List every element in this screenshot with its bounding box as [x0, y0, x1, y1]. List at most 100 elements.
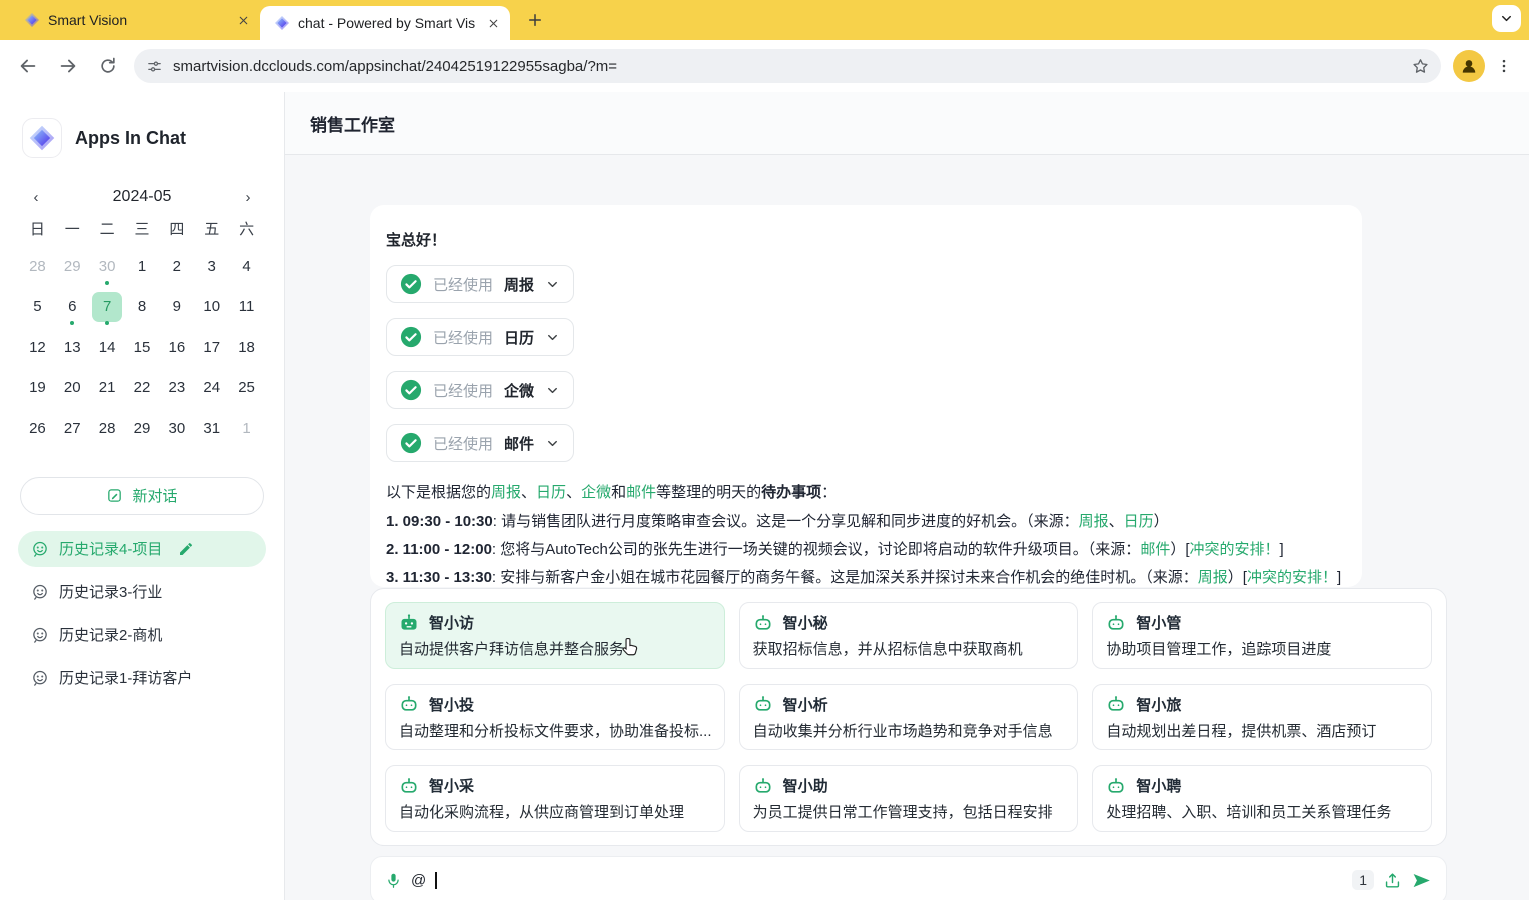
new-tab-icon[interactable]: [522, 7, 548, 33]
calendar-day-21[interactable]: 21: [90, 368, 125, 409]
workspace-title: 销售工作室: [310, 111, 395, 136]
agent-card-7[interactable]: 智小采自动化采购流程，从供应商管理到订单处理: [385, 765, 725, 832]
calendar-day-29[interactable]: 29: [55, 246, 90, 287]
upload-icon[interactable]: [1383, 871, 1402, 890]
calendar-day-5[interactable]: 5: [20, 287, 55, 328]
calendar-prev-icon[interactable]: ‹: [28, 189, 44, 206]
bookmark-star-icon[interactable]: [1407, 53, 1433, 79]
calendar-day-3[interactable]: 3: [194, 246, 229, 287]
calendar-day-31[interactable]: 31: [194, 408, 229, 449]
close-tab-icon[interactable]: [234, 11, 252, 29]
calendar-day-7[interactable]: 7: [90, 287, 125, 328]
tab-smart-vision[interactable]: Smart Vision: [10, 0, 260, 40]
url-text[interactable]: smartvision.dcclouds.com/appsinchat/2404…: [173, 58, 1397, 75]
forward-icon[interactable]: [50, 48, 86, 84]
browser-menu-icon[interactable]: [1489, 48, 1519, 84]
calendar-weekday: 二: [90, 220, 125, 240]
greeting-text: 宝总好！: [386, 229, 1346, 250]
calendar-day-28[interactable]: 28: [20, 246, 55, 287]
used-tool-pill-日历[interactable]: 已经使用日历: [386, 318, 574, 356]
agent-description: 自动规划出差日程，提供机票、酒店预订: [1106, 720, 1418, 741]
calendar-day-30[interactable]: 30: [159, 408, 194, 449]
agent-card-8[interactable]: 智小助为员工提供日常工作管理支持，包括日程安排: [739, 765, 1079, 832]
calendar-day-2[interactable]: 2: [159, 246, 194, 287]
calendar-day-24[interactable]: 24: [194, 368, 229, 409]
calendar-day-19[interactable]: 19: [20, 368, 55, 409]
agent-description: 自动整理和分析投标文件要求，协助准备投标...: [399, 720, 711, 741]
site-settings-icon[interactable]: [146, 58, 163, 75]
agent-card-3[interactable]: 智小管协助项目管理工作，追踪项目进度: [1092, 602, 1432, 669]
microphone-icon[interactable]: [385, 872, 402, 889]
agent-card-5[interactable]: 智小析自动收集并分析行业市场趋势和竞争对手信息: [739, 684, 1079, 751]
calendar-day-22[interactable]: 22: [125, 368, 160, 409]
used-tool-pill-企微[interactable]: 已经使用企微: [386, 371, 574, 409]
chevron-down-icon[interactable]: [545, 330, 560, 345]
calendar-day-25[interactable]: 25: [229, 368, 264, 409]
tab-title: Smart Vision: [48, 12, 226, 28]
chat-input-value[interactable]: @: [411, 872, 426, 889]
chevron-down-icon[interactable]: [545, 383, 560, 398]
calendar-day-4[interactable]: 4: [229, 246, 264, 287]
profile-avatar[interactable]: [1453, 50, 1485, 82]
tab-search-chevron-icon[interactable]: [1492, 5, 1521, 32]
used-label: 已经使用: [433, 274, 493, 295]
calendar-month-label: 2024-05: [113, 188, 172, 206]
calendar-day-10[interactable]: 10: [194, 287, 229, 328]
history-item-1[interactable]: 历史记录1-拜访客户: [18, 660, 266, 696]
agent-card-9[interactable]: 智小聘处理招聘、入职、培训和员工关系管理任务: [1092, 765, 1432, 832]
chat-input-bar[interactable]: @ 1: [370, 856, 1447, 900]
agent-name: 智小旅: [1136, 694, 1181, 715]
calendar-next-icon[interactable]: ›: [240, 189, 256, 206]
agent-card-header: 智小聘: [1106, 775, 1418, 796]
calendar-day-15[interactable]: 15: [125, 327, 160, 368]
calendar-day-9[interactable]: 9: [159, 287, 194, 328]
chevron-down-icon[interactable]: [545, 436, 560, 451]
agent-description: 自动提供客户拜访信息并整合服务: [399, 638, 711, 659]
reload-icon[interactable]: [90, 48, 126, 84]
calendar-day-8[interactable]: 8: [125, 287, 160, 328]
url-bar[interactable]: smartvision.dcclouds.com/appsinchat/2404…: [134, 49, 1441, 83]
agent-card-4[interactable]: 智小投自动整理和分析投标文件要求，协助准备投标...: [385, 684, 725, 751]
calendar-day-29[interactable]: 29: [125, 408, 160, 449]
calendar-day-14[interactable]: 14: [90, 327, 125, 368]
calendar-day-11[interactable]: 11: [229, 287, 264, 328]
robot-icon: [753, 613, 773, 633]
calendar-day-16[interactable]: 16: [159, 327, 194, 368]
calendar-day-17[interactable]: 17: [194, 327, 229, 368]
agent-card-6[interactable]: 智小旅自动规划出差日程，提供机票、酒店预订: [1092, 684, 1432, 751]
calendar-day-28[interactable]: 28: [90, 408, 125, 449]
agent-description: 获取招标信息，并从招标信息中获取商机: [753, 638, 1065, 659]
app-logo-row: Apps In Chat: [0, 92, 284, 158]
used-tool-pill-周报[interactable]: 已经使用周报: [386, 265, 574, 303]
calendar-day-30[interactable]: 30: [90, 246, 125, 287]
calendar-day-26[interactable]: 26: [20, 408, 55, 449]
chevron-down-icon[interactable]: [545, 277, 560, 292]
new-chat-button[interactable]: 新对话: [20, 477, 264, 515]
event-dot: [70, 321, 74, 325]
calendar-day-1[interactable]: 1: [125, 246, 160, 287]
history-item-3[interactable]: 历史记录3-行业: [18, 574, 266, 610]
history-item-2[interactable]: 历史记录2-商机: [18, 617, 266, 653]
calendar-day-6[interactable]: 6: [55, 287, 90, 328]
used-tool-pill-邮件[interactable]: 已经使用邮件: [386, 424, 574, 462]
calendar-day-18[interactable]: 18: [229, 327, 264, 368]
edit-pencil-icon[interactable]: [178, 541, 194, 557]
agent-card-header: 智小管: [1106, 612, 1418, 633]
close-tab-icon[interactable]: [484, 14, 502, 32]
history-item-4[interactable]: 历史记录4-项目: [18, 531, 266, 567]
calendar-day-12[interactable]: 12: [20, 327, 55, 368]
send-icon[interactable]: [1411, 870, 1432, 891]
agent-card-2[interactable]: 智小秘获取招标信息，并从招标信息中获取商机: [739, 602, 1079, 669]
calendar-day-1[interactable]: 1: [229, 408, 264, 449]
calendar-day-27[interactable]: 27: [55, 408, 90, 449]
agent-card-1[interactable]: 智小访自动提供客户拜访信息并整合服务: [385, 602, 725, 669]
tool-name: 日历: [504, 327, 534, 348]
message-count-badge: 1: [1352, 870, 1374, 890]
calendar-day-13[interactable]: 13: [55, 327, 90, 368]
calendar-weekday: 日: [20, 220, 55, 240]
back-icon[interactable]: [10, 48, 46, 84]
calendar-day-20[interactable]: 20: [55, 368, 90, 409]
agent-name: 智小聘: [1136, 775, 1181, 796]
calendar-day-23[interactable]: 23: [159, 368, 194, 409]
tab-chat-active[interactable]: chat - Powered by Smart Visi: [260, 6, 510, 40]
